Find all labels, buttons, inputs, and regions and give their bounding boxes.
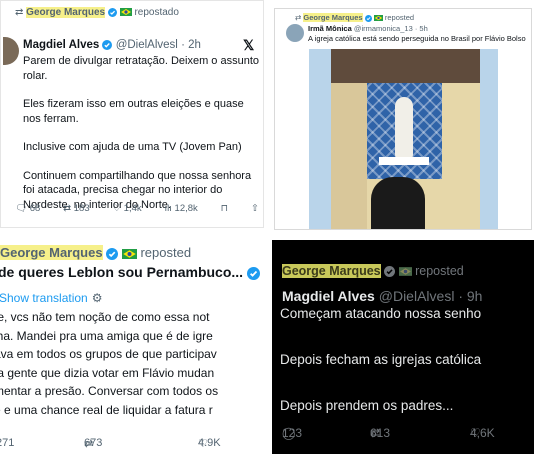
retweet-icon: ⇄: [15, 7, 24, 18]
verified-icon: [106, 247, 119, 260]
tweet-text: Parem de divulgar retratação. Deixem o a…: [23, 54, 261, 226]
like-icon: ♡: [112, 203, 122, 214]
post-time[interactable]: · 2h: [181, 39, 201, 51]
like-count: 4.9K: [198, 437, 221, 449]
author-handle[interactable]: @DielAlvesl: [116, 39, 178, 51]
author-handle[interactable]: @irmamonica_13: [354, 24, 413, 33]
author-line: Magdiel Alves @DielAlvesl · 9h: [282, 288, 482, 304]
verified-icon: [246, 266, 260, 280]
verified-icon: [107, 7, 117, 17]
views-icon: ılı: [164, 203, 172, 214]
verified-icon: [102, 39, 113, 50]
reposter-name[interactable]: George Marques: [26, 7, 106, 18]
verified-icon: [384, 266, 396, 278]
tweet-card-irma-monica[interactable]: ⇄ George Marques reposted Irmã Mônica @i…: [274, 8, 532, 230]
views-button[interactable]: ılı 12,8k: [165, 203, 198, 214]
views-count: 12,8k: [174, 203, 198, 214]
reply-count: 123: [282, 426, 303, 440]
repost-context: George Marques reposted: [282, 264, 464, 278]
show-translation-link[interactable]: Show translation ⚙: [0, 291, 102, 305]
like-count: 4,6K: [470, 426, 495, 440]
reposter-name[interactable]: George Marques: [0, 245, 103, 260]
tweet-line: Começam atacando nossa senho: [280, 306, 482, 321]
repost-count: 613: [370, 426, 391, 440]
tweet-text: te, vcs não tem noção de como essa not l…: [0, 308, 266, 419]
brazil-flag-icon: [121, 248, 137, 259]
repost-context: ⇄ George Marques reposted: [295, 13, 414, 22]
repost-label: repostado: [134, 7, 179, 18]
bookmark-button[interactable]: ⊓: [221, 203, 228, 214]
retweet-icon: ⇄: [63, 203, 72, 214]
tweet-line: te, vcs não tem noção de como essa not: [0, 310, 210, 324]
reposter-name[interactable]: George Marques: [282, 264, 381, 278]
retweet-icon: ⇄: [295, 13, 302, 22]
repost-count: 673: [84, 437, 103, 449]
post-time[interactable]: · 5h: [415, 24, 428, 33]
nun-figure: [371, 177, 425, 229]
like-count: 1,4k: [123, 203, 142, 214]
repost-button[interactable]: ⇄ 183: [63, 203, 89, 214]
brazil-flag-icon: [119, 8, 132, 17]
action-bar: 🗨 68 ⇄ 183 ♡ 1,4k ılı 12,8k ⊓ ⇧: [15, 203, 259, 214]
tweet-paragraph: Parem de divulgar retratação. Deixem o a…: [23, 55, 260, 82]
repost-label: reposted: [384, 13, 415, 22]
tweet-line: e e uma chance real de liquidar a fatura…: [0, 402, 213, 417]
tweet-line: mentar a presão. Conversar com todos os: [0, 384, 219, 398]
repost-count: 183: [73, 203, 90, 214]
repost-context: ⇄ George Marques repostado: [15, 7, 179, 18]
author-name[interactable]: Magdiel Alves: [282, 288, 375, 304]
show-translation-label: Show translation: [0, 291, 88, 305]
tweet-paragraph: Eles fizeram isso em outras eleições e q…: [23, 98, 244, 125]
tweet-paragraph: Inclusive com ajuda de uma TV (Jovem Pan…: [23, 141, 242, 153]
tweet-card-magdiel-dark[interactable]: George Marques reposted Magdiel Alves @D…: [272, 240, 534, 454]
like-button[interactable]: ♡ 1,4k: [113, 203, 142, 214]
photo-frame: [480, 49, 498, 229]
reply-button[interactable]: 🗨 68: [15, 203, 40, 214]
tweet-line: ta gente que dizia votar em Flávio mudan: [0, 365, 215, 380]
tweet-line: ava em todos os grupos de que participav: [0, 347, 217, 361]
repost-context: George Marques reposted: [0, 245, 191, 260]
tweet-line: Depois fecham as igrejas católica: [280, 352, 482, 367]
tweet-line: Depois prendem os padres...: [280, 398, 454, 413]
author-handle[interactable]: @DielAlvesl: [379, 288, 455, 304]
post-time[interactable]: · 9h: [458, 288, 482, 304]
photo-frame: [309, 49, 331, 229]
tweet-card-magdiel-light[interactable]: ⇄ George Marques repostado Magdiel Alves…: [0, 0, 264, 228]
x-logo-icon: 𝕏: [243, 37, 255, 53]
repost-label: reposted: [415, 264, 464, 278]
avatar[interactable]: [286, 24, 304, 42]
repost-label: reposted: [140, 245, 192, 260]
bookmark-icon: ⊓: [220, 203, 229, 214]
avatar[interactable]: [3, 37, 19, 65]
reply-icon: 🗨: [15, 203, 28, 214]
photo-wall: [331, 83, 367, 229]
author-line: de queres Leblon sou Pernambuco...: [0, 264, 260, 280]
statue-shelf: [379, 157, 429, 165]
brazil-flag-icon: [398, 267, 412, 277]
reply-count: 271: [0, 437, 15, 449]
verified-icon: [364, 14, 372, 22]
photo-roof: [331, 49, 480, 83]
tweet-card-translated[interactable]: George Marques reposted de queres Leblon…: [0, 238, 266, 462]
gear-icon[interactable]: ⚙: [92, 291, 103, 305]
tweet-line: lha. Mandei pra uma amiga que é de igre: [0, 328, 213, 343]
share-icon: ⇧: [250, 203, 259, 214]
author-name[interactable]: Magdiel Alves: [23, 39, 99, 51]
tweet-text: A igreja católica está sendo perseguida …: [308, 34, 526, 43]
author-name[interactable]: Irmã Mônica: [308, 24, 352, 33]
tweet-photo[interactable]: [309, 49, 498, 229]
reposter-name[interactable]: George Marques: [303, 13, 363, 22]
reply-count: 68: [29, 203, 41, 214]
author-line: Magdiel Alves @DielAlvesl · 2h: [23, 39, 201, 51]
share-button[interactable]: ⇧: [251, 203, 259, 214]
brazil-flag-icon: [373, 15, 383, 22]
author-name[interactable]: de queres Leblon sou Pernambuco...: [0, 264, 243, 280]
author-line: Irmã Mônica @irmamonica_13 · 5h: [308, 24, 428, 33]
statue-figure: [395, 97, 413, 159]
